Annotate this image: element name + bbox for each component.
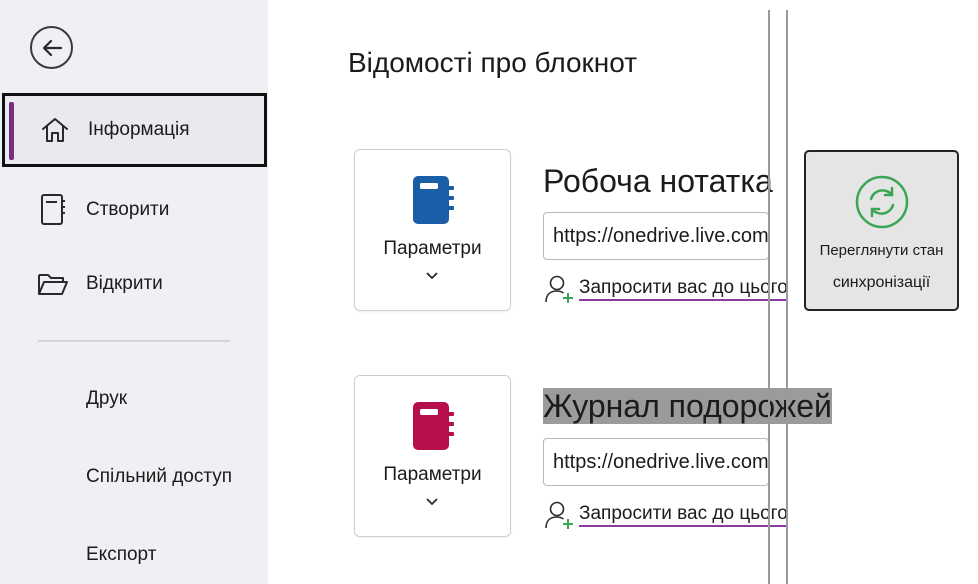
chevron-down-icon	[425, 494, 439, 512]
sidebar-item-export[interactable]: Експорт	[86, 544, 156, 566]
divider-line	[768, 10, 770, 584]
notebook-url: https://onedrive.live.com/	[553, 451, 769, 473]
arrow-left-icon	[42, 39, 62, 56]
notebook-url-field[interactable]: https://onedrive.live.com/	[543, 438, 769, 486]
options-label: Параметри	[383, 238, 482, 259]
sidebar-item-label: Відкрити	[86, 273, 163, 294]
sidebar-item-create[interactable]: Створити	[0, 173, 268, 247]
add-person-icon	[545, 275, 573, 303]
view-sync-status-button[interactable]: Переглянути стан синхронізації	[804, 150, 959, 311]
sidebar-item-label: Створити	[86, 199, 170, 220]
folder-open-icon	[36, 267, 70, 301]
divider-line	[786, 10, 788, 584]
notebook-info-page: Інформація Створити Відкрити Друк Спільн…	[0, 0, 978, 584]
notebook-options-button[interactable]: Параметри	[354, 149, 511, 311]
notebook-icon	[411, 400, 455, 457]
notebook-name-text: Журнал подорожей	[543, 388, 832, 424]
sync-icon	[854, 174, 910, 235]
back-button[interactable]	[30, 26, 73, 69]
home-icon	[38, 113, 72, 147]
chevron-down-icon	[425, 268, 439, 286]
options-label: Параметри	[383, 464, 482, 485]
sync-label-line1: Переглянути стан	[819, 242, 944, 259]
sidebar-item-share[interactable]: Спільний доступ	[86, 466, 232, 488]
page-title: Відомості про блокнот	[348, 47, 638, 78]
invite-label: Запросити вас до цього	[579, 277, 788, 301]
sidebar-item-label: Інформація	[88, 119, 190, 140]
notebook-name: Журнал подорожей	[543, 388, 832, 425]
notebook-icon	[411, 174, 455, 231]
sidebar: Інформація Створити Відкрити Друк Спільн…	[0, 0, 268, 584]
sidebar-divider	[38, 340, 230, 342]
notebook-options-button[interactable]: Параметри	[354, 375, 511, 537]
invite-link[interactable]: Запросити вас до цього	[545, 499, 788, 531]
sidebar-item-print[interactable]: Друк	[86, 388, 127, 410]
sidebar-item-info[interactable]: Інформація	[2, 93, 267, 167]
invite-link[interactable]: Запросити вас до цього	[545, 273, 788, 305]
sidebar-item-open[interactable]: Відкрити	[0, 247, 268, 321]
new-notebook-icon	[36, 193, 70, 227]
invite-label: Запросити вас до цього	[579, 503, 788, 527]
notebook-url-field[interactable]: https://onedrive.live.com/	[543, 212, 769, 260]
notebook-url: https://onedrive.live.com/	[553, 225, 769, 247]
notebook-name: Робоча нотатка	[543, 163, 773, 199]
add-person-icon	[545, 501, 573, 529]
sync-label-line2: синхронізації	[832, 274, 931, 291]
